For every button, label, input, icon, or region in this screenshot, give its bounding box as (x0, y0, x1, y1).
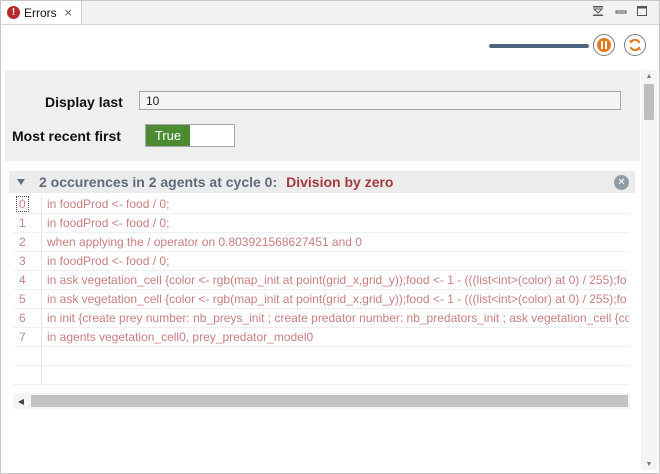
error-icon: ! (7, 6, 20, 19)
trace-row-text: in agents vegetation_cell0, prey_predato… (47, 330, 314, 344)
gutter-divider (41, 347, 42, 365)
trace-row[interactable]: 3 in foodProd <- food / 0; (13, 252, 629, 271)
pause-icon (597, 38, 611, 52)
settings-panel: Display last Most recent first True (5, 70, 640, 161)
stack-trace: 0 in foodProd <- food / 0; 1 in foodProd <-… (13, 195, 629, 391)
progress-bar (489, 44, 589, 48)
view-menu-icon[interactable] (591, 4, 605, 18)
gutter-divider (41, 290, 42, 308)
most-recent-first-toggle[interactable]: True (145, 124, 235, 147)
error-summary: 2 occurences in 2 agents at cycle 0: (39, 174, 278, 190)
chevron-down-icon[interactable] (17, 179, 25, 185)
tab-bar: ! Errors ⨯ (1, 1, 659, 25)
trace-row-number: 1 (19, 216, 26, 230)
trace-row-number: 3 (19, 254, 26, 268)
toggle-state: True (146, 125, 190, 146)
tab-errors[interactable]: ! Errors ⨯ (1, 1, 82, 24)
gutter-divider (41, 252, 42, 270)
trace-row-empty (13, 366, 629, 385)
most-recent-first-label: Most recent first (12, 128, 121, 144)
horizontal-scrollbar[interactable]: ◀ (13, 393, 630, 409)
toolbar (1, 25, 659, 65)
scrollbar-thumb[interactable] (31, 395, 628, 407)
trace-row[interactable]: 7 in agents vegetation_cell0, prey_predat… (13, 328, 629, 347)
tab-title: Errors (24, 5, 57, 20)
refresh-icon (629, 38, 641, 52)
errors-view: ! Errors ⨯ Display last 10 Most recent f… (0, 0, 660, 474)
vertical-scrollbar[interactable]: ▲ ▼ (641, 70, 657, 470)
vertical-scrollbar-thumb[interactable] (644, 84, 654, 120)
trace-row-number: 2 (19, 235, 26, 249)
trace-row-text: in init {create prey number: nb_preys_in… (47, 311, 629, 325)
scroll-left-icon[interactable]: ◀ (13, 393, 29, 409)
close-icon[interactable]: ✕ (614, 175, 629, 190)
progress-fill (489, 44, 589, 48)
trace-row-number: 0 (16, 196, 29, 212)
trace-row[interactable]: 0 in foodProd <- food / 0; (13, 195, 629, 214)
scroll-up-icon[interactable]: ▲ (641, 70, 657, 82)
gutter-divider (41, 366, 42, 384)
trace-row-number: 4 (19, 273, 26, 287)
trace-row-text: in foodProd <- food / 0; (47, 197, 170, 211)
trace-row-text: in ask vegetation_cell {color <- rgb(map… (47, 292, 627, 306)
maximize-icon[interactable] (635, 4, 649, 18)
display-last-input[interactable] (139, 91, 621, 110)
error-group-header: 2 occurences in 2 agents at cycle 0: Div… (9, 171, 635, 193)
gutter-divider (41, 195, 42, 213)
trace-row-number: 6 (19, 311, 26, 325)
trace-row-text: when applying the / operator on 0.803921… (47, 235, 362, 249)
trace-row-text: in foodProd <- food / 0; (47, 216, 170, 230)
trace-row-number: 5 (19, 292, 26, 306)
trace-row-empty (13, 347, 629, 366)
trace-row[interactable]: 1 in foodProd <- food / 0; (13, 214, 629, 233)
trace-row-number: 7 (19, 330, 26, 344)
trace-row[interactable]: 2 when applying the / operator on 0.80392… (13, 233, 629, 252)
display-last-label: Display last (45, 94, 123, 110)
gutter-divider (41, 309, 42, 327)
trace-row-text: in foodProd <- food / 0; (47, 254, 170, 268)
refresh-button[interactable] (624, 34, 646, 56)
trace-row-text: in ask vegetation_cell {color <- rgb(map… (47, 273, 627, 287)
trace-row[interactable]: 4 in ask vegetation_cell {color <- rgb(ma… (13, 271, 629, 290)
error-group: 2 occurences in 2 agents at cycle 0: Div… (5, 165, 640, 471)
gutter-divider (41, 328, 42, 346)
gutter-divider (41, 233, 42, 251)
minimize-icon[interactable] (614, 4, 628, 18)
error-message: Division by zero (286, 174, 394, 190)
scroll-down-icon[interactable]: ▼ (641, 458, 657, 470)
tab-close-icon[interactable]: ⨯ (64, 6, 73, 19)
pause-button[interactable] (593, 34, 615, 56)
trace-row[interactable]: 5 in ask vegetation_cell {color <- rgb(ma… (13, 290, 629, 309)
gutter-divider (41, 271, 42, 289)
trace-row[interactable]: 6 in init {create prey number: nb_preys_i… (13, 309, 629, 328)
gutter-divider (41, 214, 42, 232)
